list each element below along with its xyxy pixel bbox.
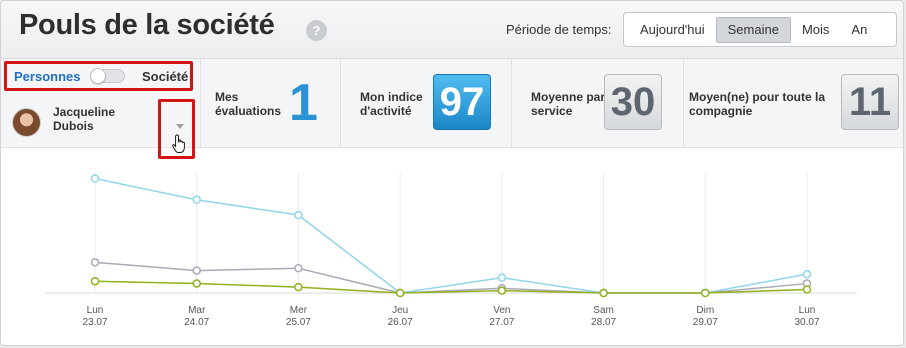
page-title: Pouls de la société [19,9,275,41]
x-tick-day: Sam [593,305,614,316]
x-tick-label: Dim 29.07 [675,305,735,329]
x-tick-date: 28.07 [591,317,617,328]
x-tick-date: 26.07 [387,317,413,328]
stat-value: 97 [433,74,491,130]
x-tick-label: Lun 30.07 [777,305,837,329]
x-tick-day: Mer [289,305,308,316]
x-tick-day: Ven [493,305,511,316]
toggle-knob[interactable] [90,68,106,84]
data-point [802,285,812,294]
company-pulse-widget: Pouls de la société ? Période de temps: … [0,0,904,346]
series-line-0 [94,177,808,294]
chevron-down-icon[interactable] [176,124,184,129]
x-tick-date: 23.07 [82,317,108,328]
x-tick-day: Dim [696,305,715,316]
company-label[interactable]: Société [142,69,188,84]
x-tick-label: Jeu 26.07 [370,305,430,329]
chart-plot [45,173,857,298]
x-tick-date: 24.07 [184,317,210,328]
data-point [90,276,100,286]
stat-label: Moyen(ne) pour toute la compagnie [689,90,825,118]
data-point [192,279,201,288]
data-point [90,258,100,267]
x-tick-label: Mer 25.07 [268,305,328,329]
data-point [701,288,710,298]
series-line-1 [94,261,808,294]
data-point [802,269,812,279]
period-today-button[interactable]: Aujourd'hui [629,17,716,43]
x-tick-date: 27.07 [489,317,515,328]
header: Pouls de la société ? Période de temps: … [1,1,903,59]
x-tick-day: Jeu [392,305,409,316]
stat-value: 1 [289,74,318,132]
stat-label: Moyenne par service [531,90,606,118]
x-tick-day: Lun [798,305,816,316]
help-icon[interactable]: ? [306,20,327,41]
user-panel: Personnes Société Jacqueline Dubois [1,59,201,159]
data-point [599,288,608,298]
data-point [90,174,100,183]
user-name: Jacqueline Dubois [53,105,116,133]
x-tick-date: 30.07 [794,317,820,328]
data-point [294,263,303,273]
stat-value: 30 [604,74,662,130]
stats-row: Personnes Société Jacqueline Dubois Mes … [1,59,903,159]
stat-activity-index: Mon indice d'activité 97 [341,59,512,148]
x-tick-label: Mar 24.07 [167,305,227,329]
x-tick-label: Sam 28.07 [574,305,634,329]
people-label[interactable]: Personnes [14,69,80,84]
period-selector: Aujourd'hui Semaine Mois An [623,12,897,47]
period-year-button[interactable]: An [840,17,878,43]
scope-toggle-switch[interactable] [90,68,125,84]
stat-my-evaluations: Mes évaluations 1 [201,59,341,148]
data-point [192,195,201,205]
data-point [497,286,507,295]
x-tick-label: Lun 23.07 [65,305,125,329]
stat-company-average: Moyen(ne) pour toute la compagnie 11 [684,59,903,148]
period-label: Période de temps: [506,22,612,37]
x-tick-label: Ven 27.07 [472,305,532,329]
x-tick-date: 29.07 [692,317,718,328]
x-tick-day: Lun [86,305,104,316]
x-tick-date: 25.07 [285,317,311,328]
data-point [395,288,405,298]
data-point [294,210,303,220]
data-point [497,273,507,282]
stat-label: Mes évaluations [215,90,282,118]
scope-toggle-highlight: Personnes Société [4,61,193,91]
period-month-button[interactable]: Mois [791,17,840,43]
data-point [294,282,303,292]
series-line-2 [94,280,808,294]
stat-service-average: Moyenne par service 30 [512,59,684,148]
period-week-button[interactable]: Semaine [715,16,791,43]
activity-chart: Lun 23.07 Mar 24.07 Mer 25.07 Jeu 26.07 Ven 27.07… [1,149,903,345]
stat-value: 11 [841,74,899,130]
x-tick-day: Mar [188,305,206,316]
stat-label: Mon indice d'activité [360,90,423,118]
avatar [12,108,41,137]
data-point [192,266,201,275]
